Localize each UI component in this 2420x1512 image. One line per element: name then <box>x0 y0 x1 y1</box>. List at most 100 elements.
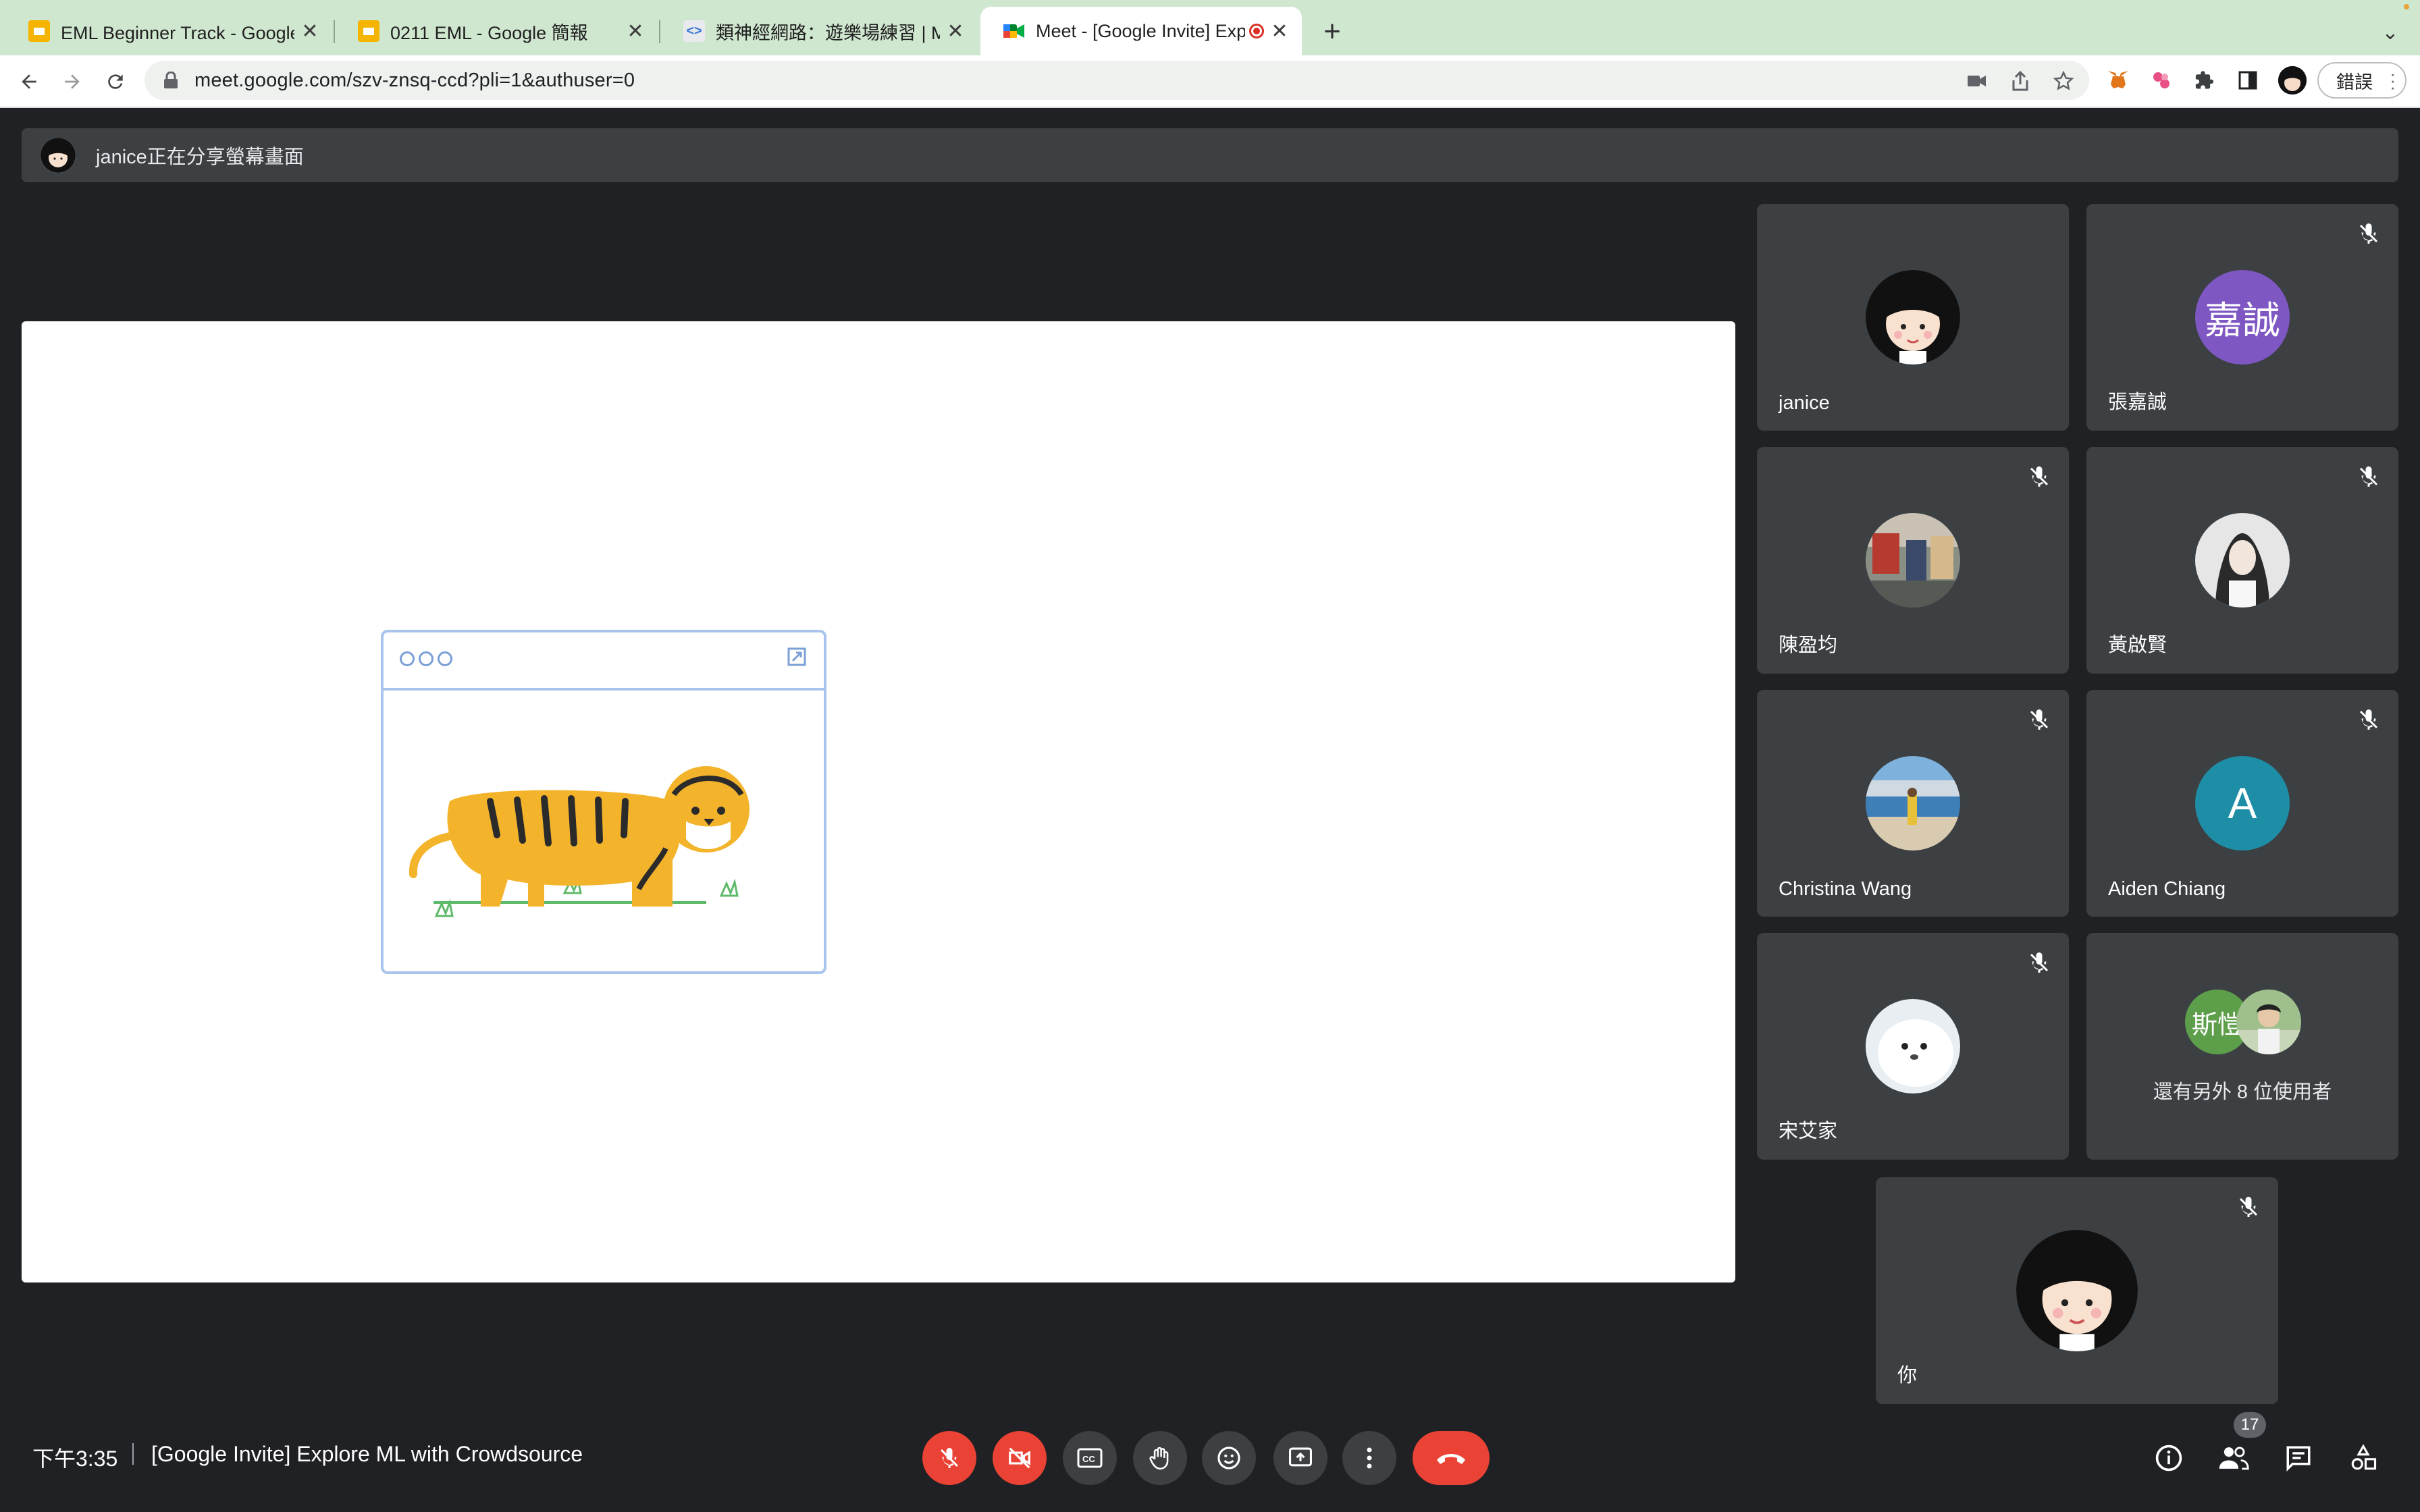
present-screen-button[interactable] <box>1273 1431 1327 1485</box>
avatar <box>1866 513 1960 608</box>
activities-button[interactable] <box>2347 1442 2379 1474</box>
camera-toggle-button[interactable] <box>993 1431 1047 1485</box>
tab-title: EML Beginner Track - Google 簡報 <box>61 22 294 43</box>
tab-0211-eml[interactable]: 0211 EML - Google 簡報 ✕ <box>335 7 658 55</box>
participant-tile[interactable]: 黃啟賢 <box>2086 447 2398 674</box>
participant-tile[interactable]: janice <box>1757 204 2069 431</box>
mic-off-icon <box>2030 952 2049 973</box>
raise-hand-button[interactable] <box>1133 1431 1187 1485</box>
captions-button[interactable]: CC <box>1063 1431 1117 1485</box>
avatar <box>1866 999 1960 1094</box>
meet-icon <box>1003 20 1025 42</box>
pink-extension-icon[interactable] <box>2149 68 2174 93</box>
slides-icon <box>358 20 379 42</box>
mic-off-icon <box>2359 466 2378 487</box>
more-options-button[interactable] <box>1342 1431 1396 1485</box>
avatar: A <box>2195 756 2290 850</box>
address-bar[interactable]: meet.google.com/szv-znsq-ccd?pli=1&authu… <box>144 61 2089 100</box>
profile-avatar[interactable] <box>2278 66 2307 94</box>
emoji-icon <box>1217 1447 1240 1469</box>
expand-icon <box>787 647 806 666</box>
tab-title: 0211 EML - Google 簡報 <box>390 22 588 43</box>
share-icon[interactable] <box>2009 70 2031 92</box>
more-participants-text: 還有另外 8 位使用者 <box>2153 1081 2332 1103</box>
mic-off-icon <box>2359 709 2378 730</box>
window-dot <box>419 651 433 666</box>
more-participants-tile[interactable]: 斯愷 還有另外 8 位使用者 <box>2086 933 2398 1160</box>
close-tab-icon[interactable]: ✕ <box>625 20 646 43</box>
tab-eml-beginner[interactable]: EML Beginner Track - Google 簡報 ✕ <box>5 7 332 55</box>
participant-tile[interactable]: A Aiden Chiang <box>2086 690 2398 917</box>
participant-tile[interactable]: 陳盈均 <box>1757 447 2069 674</box>
close-tab-icon[interactable]: ✕ <box>300 20 320 43</box>
tab-strip: EML Beginner Track - Google 簡報 ✕ 0211 EM… <box>0 0 2420 55</box>
activities-icon <box>2351 1444 2377 1470</box>
phone-hangup-icon <box>1437 1454 1465 1464</box>
participant-name: 宋艾家 <box>1779 1120 1838 1142</box>
back-button[interactable] <box>14 66 45 97</box>
tab-title: Meet - [Google Invite] Explore ML with C… <box>1036 20 1245 41</box>
reload-button[interactable] <box>100 66 131 97</box>
lock-icon[interactable] <box>161 70 181 90</box>
people-count-badge: 17 <box>2234 1412 2266 1438</box>
mic-toggle-button[interactable] <box>922 1431 976 1485</box>
closed-captions-icon: CC <box>1077 1448 1103 1468</box>
mic-off-icon <box>940 1448 959 1468</box>
side-panel-icon[interactable] <box>2235 68 2261 93</box>
bookmark-star-icon[interactable] <box>2053 70 2074 92</box>
hand-icon <box>1149 1447 1169 1470</box>
info-icon <box>2155 1444 2182 1472</box>
extensions-puzzle-icon[interactable] <box>2192 68 2217 93</box>
camera-blocked-icon[interactable] <box>1966 70 1988 92</box>
tab-meet[interactable]: Meet - [Google Invite] Explore ML with C… <box>980 7 1302 55</box>
mic-off-icon <box>2239 1197 2258 1217</box>
reactions-button[interactable] <box>1202 1431 1256 1485</box>
avatar: 嘉誠 <box>2195 270 2290 364</box>
metamask-extension-icon[interactable] <box>2105 68 2131 93</box>
close-tab-icon[interactable]: ✕ <box>945 20 966 43</box>
presenting-banner: janice正在分享螢幕畫面 <box>22 128 2398 182</box>
avatar <box>1866 756 1960 850</box>
new-tab-button[interactable]: + <box>1315 15 1349 49</box>
error-button[interactable]: 錯誤 · · · <box>2317 62 2406 99</box>
shared-screen <box>22 321 1735 1282</box>
presenter-avatar <box>41 138 76 173</box>
tab-title: 類神經網路：遊樂場練習 | Machine Learning <box>716 22 940 43</box>
close-tab-icon[interactable]: ✕ <box>1269 20 1290 43</box>
meeting-title: [Google Invite] Explore ML with Crowdsou… <box>151 1442 583 1466</box>
more-vert-icon: · · · <box>2390 63 2396 97</box>
meeting-details-button[interactable] <box>2153 1442 2185 1474</box>
divider <box>132 1443 134 1465</box>
more-vert-icon <box>1367 1447 1372 1469</box>
window-dot <box>400 651 415 666</box>
notification-dot <box>2404 4 2409 9</box>
tiger-illustration <box>409 766 749 917</box>
illustration-title-bar <box>384 632 824 691</box>
presenting-text: janice正在分享螢幕畫面 <box>96 146 304 168</box>
participant-name: 黃啟賢 <box>2108 634 2167 656</box>
leave-call-button[interactable] <box>1413 1431 1490 1485</box>
tab-neural-network-playground[interactable]: <> 類神經網路：遊樂場練習 | Machine Learning ✕ <box>660 7 978 55</box>
avatar <box>2195 513 2290 608</box>
forward-button[interactable] <box>57 66 88 97</box>
present-icon <box>1289 1447 1312 1467</box>
avatar <box>2236 990 2301 1054</box>
code-icon: <> <box>683 20 705 42</box>
participant-tile[interactable]: 宋艾家 <box>1757 933 2069 1160</box>
participant-tile[interactable]: 嘉誠 張嘉誠 <box>2086 204 2398 431</box>
mic-off-icon <box>2030 466 2049 487</box>
tab-search-chevron-icon[interactable]: ⌄ <box>2377 19 2404 46</box>
self-tile[interactable]: 你 <box>1876 1177 2278 1404</box>
browser-window-illustration <box>381 630 826 974</box>
participant-name: Christina Wang <box>1779 878 1912 900</box>
participant-name: 陳盈均 <box>1779 634 1838 656</box>
mic-off-icon <box>2359 223 2378 244</box>
slides-icon <box>28 20 50 42</box>
avatar <box>2016 1230 2138 1351</box>
chat-button[interactable] <box>2282 1442 2315 1474</box>
window-dot <box>438 651 452 666</box>
participant-tile[interactable]: Christina Wang <box>1757 690 2069 917</box>
people-button[interactable] <box>2217 1442 2250 1474</box>
url-text: meet.google.com/szv-znsq-ccd?pli=1&authu… <box>194 69 635 91</box>
error-button-label: 錯誤 <box>2336 72 2373 92</box>
